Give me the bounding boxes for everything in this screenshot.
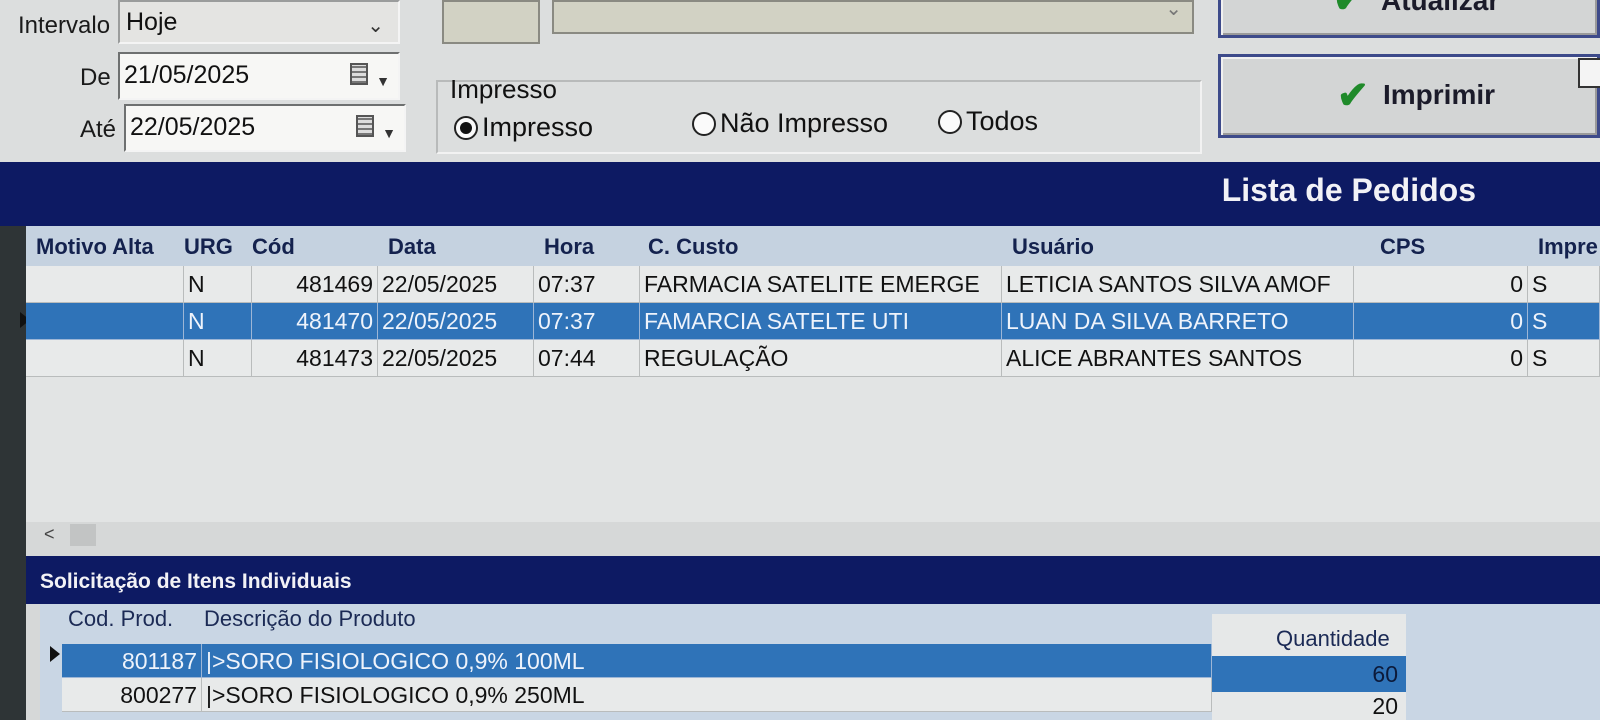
col-cod[interactable]: Cód [252, 234, 295, 260]
radio-impresso-label: Impresso [482, 112, 594, 142]
chevron-down-icon: ⌄ [1165, 0, 1182, 20]
cell-usuario: LETICIA SANTOS SILVA AMOF [1002, 266, 1354, 303]
col-cod-prod[interactable]: Cod. Prod. [68, 606, 173, 632]
interval-label: Intervalo [18, 12, 111, 39]
cell-quantidade-selected: 60 [1212, 656, 1406, 692]
cell-urg: N [184, 303, 252, 340]
radio-empty-icon [692, 111, 716, 136]
checkbox[interactable] [1578, 58, 1600, 88]
dropdown-arrow-icon[interactable]: ▼ [382, 112, 396, 154]
table-row[interactable]: N 481473 22/05/2025 07:44 REGULAÇÃO ALIC… [26, 340, 1600, 377]
cell-cod: 481470 [252, 303, 378, 340]
cell-descricao: |>SORO FISIOLOGICO 0,9% 100ML [202, 644, 1212, 678]
scroll-left-icon[interactable]: < [44, 524, 55, 545]
cell-c-custo: FAMARCIA SATELTE UTI [640, 303, 1002, 340]
col-data[interactable]: Data [388, 234, 436, 260]
table-row-selected[interactable]: N 481470 22/05/2025 07:37 FAMARCIA SATEL… [26, 303, 1600, 340]
from-date-input[interactable]: 21/05/2025 ▼ [118, 52, 400, 100]
orders-grid-header: Motivo Alta URG Cód Data Hora C. Custo U… [26, 226, 1600, 266]
row-indicator-icon [50, 646, 60, 662]
col-urg[interactable]: URG [184, 234, 233, 260]
cell-cps: 0 [1354, 303, 1528, 340]
cell-cod-prod: 801187 [62, 644, 202, 678]
check-icon: ✔ [1337, 75, 1369, 117]
cell-usuario: ALICE ABRANTES SANTOS [1002, 340, 1354, 377]
cell-motivo [26, 340, 184, 377]
print-status-group-label: Impresso [450, 74, 557, 104]
list-item-selected[interactable]: 801187 |>SORO FISIOLOGICO 0,9% 100ML [62, 644, 1212, 678]
items-title: Solicitação de Itens Individuais [40, 570, 352, 593]
to-date-input[interactable]: 22/05/2025 ▼ [124, 104, 406, 152]
cell-cod-prod: 800277 [62, 678, 202, 712]
cell-urg: N [184, 266, 252, 303]
to-date-value: 22/05/2025 [130, 113, 256, 141]
cell-cps: 0 [1354, 266, 1528, 303]
chevron-down-icon: ⌄ [367, 15, 384, 37]
cell-data: 22/05/2025 [378, 303, 534, 340]
update-button[interactable]: ✔ Atualizar [1218, 0, 1600, 38]
cell-cod: 481473 [252, 340, 378, 377]
radio-selected-icon [454, 115, 478, 140]
cell-motivo [26, 266, 184, 303]
cell-usuario: LUAN DA SILVA BARRETO [1002, 303, 1354, 340]
cell-impresso: S [1528, 266, 1600, 303]
col-usuario[interactable]: Usuário [1012, 234, 1094, 260]
print-button[interactable]: ✔ Imprimir [1218, 54, 1600, 138]
cell-cod: 481469 [252, 266, 378, 303]
cell-hora: 07:37 [534, 266, 640, 303]
cell-quantidade: 20 [1372, 693, 1398, 719]
col-hora[interactable]: Hora [544, 234, 594, 260]
interval-value: Hoje [126, 8, 178, 36]
col-descricao[interactable]: Descrição do Produto [204, 606, 416, 632]
filter-field-2[interactable]: ⌄ [552, 0, 1194, 34]
check-icon: ✔ [1333, 0, 1365, 21]
dropdown-arrow-icon[interactable]: ▼ [376, 60, 390, 102]
col-impresso[interactable]: Impre [1538, 234, 1598, 260]
cell-data: 22/05/2025 [378, 340, 534, 377]
radio-nao-impresso[interactable]: Não Impresso [692, 108, 888, 139]
col-c-custo[interactable]: C. Custo [648, 234, 738, 260]
calendar-icon[interactable] [350, 63, 368, 85]
cell-impresso: S [1528, 303, 1600, 340]
update-button-label: Atualizar [1381, 0, 1500, 16]
radio-empty-icon [938, 109, 962, 134]
col-quantidade[interactable]: Quantidade [1276, 626, 1390, 652]
radio-impresso[interactable]: Impresso [454, 112, 593, 143]
interval-select[interactable]: Hoje ⌄ [118, 0, 400, 44]
cell-c-custo: REGULAÇÃO [640, 340, 1002, 377]
print-button-label: Imprimir [1383, 79, 1496, 110]
window-edge [0, 226, 26, 720]
orders-horizontal-scrollbar[interactable]: < [26, 522, 1600, 550]
orders-title: Lista de Pedidos [1221, 172, 1476, 208]
cell-cps: 0 [1354, 340, 1528, 377]
cell-impresso: S [1528, 340, 1600, 377]
radio-todos[interactable]: Todos [938, 106, 1038, 137]
from-label: De [80, 64, 111, 91]
from-date-value: 21/05/2025 [124, 61, 250, 89]
radio-todos-label: Todos [966, 106, 1039, 136]
cell-c-custo: FARMACIA SATELITE EMERGE [640, 266, 1002, 303]
table-row[interactable]: N 481469 22/05/2025 07:37 FARMACIA SATEL… [26, 266, 1600, 303]
cell-urg: N [184, 340, 252, 377]
col-motivo-alta[interactable]: Motivo Alta [36, 234, 154, 260]
radio-nao-impresso-label: Não Impresso [720, 108, 889, 138]
orders-title-bar: Lista de Pedidos [0, 162, 1600, 226]
cell-data: 22/05/2025 [378, 266, 534, 303]
cell-hora: 07:44 [534, 340, 640, 377]
cell-descricao: |>SORO FISIOLOGICO 0,9% 250ML [202, 678, 1212, 712]
filter-field-1[interactable] [442, 0, 540, 44]
list-item[interactable]: 800277 |>SORO FISIOLOGICO 0,9% 250ML [62, 678, 1212, 712]
cell-hora: 07:37 [534, 303, 640, 340]
items-title-bar: Solicitação de Itens Individuais [26, 556, 1600, 604]
to-label: Até [80, 116, 117, 143]
scroll-thumb[interactable] [70, 524, 96, 546]
col-cps[interactable]: CPS [1380, 234, 1425, 260]
calendar-icon[interactable] [356, 115, 374, 137]
cell-motivo [26, 303, 184, 340]
